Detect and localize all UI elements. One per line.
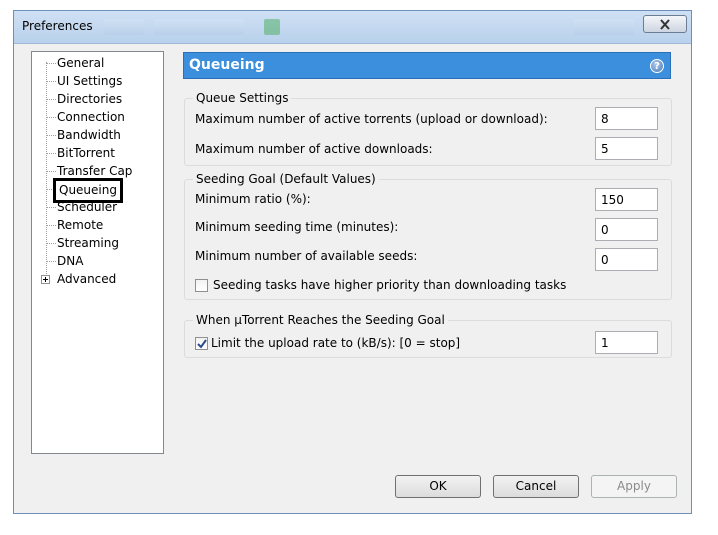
- sidebar-item-label: BitTorrent: [57, 146, 115, 160]
- tree-connector: [46, 225, 56, 226]
- sidebar-item-label: Advanced: [57, 272, 117, 286]
- tree-connector: [46, 135, 56, 136]
- checkmark-icon: [197, 339, 207, 349]
- tree-connector: [46, 63, 56, 64]
- background-toolbar-ghost: [154, 19, 244, 35]
- help-icon[interactable]: ?: [650, 59, 664, 73]
- apply-button[interactable]: Apply: [591, 475, 677, 498]
- background-toolbar-ghost: [104, 19, 144, 35]
- tree-connector: [46, 243, 56, 244]
- max-active-downloads-label: Maximum number of active downloads:: [195, 142, 433, 156]
- sidebar-item-label: Streaming: [57, 236, 119, 250]
- min-seeds-label: Minimum number of available seeds:: [195, 249, 418, 263]
- background-toolbar-ghost: [264, 19, 280, 35]
- window-title: Preferences: [22, 19, 93, 33]
- sidebar-item-label: Remote: [57, 218, 104, 232]
- group-title: Queue Settings: [193, 91, 292, 105]
- title-bar[interactable]: Preferences: [14, 11, 691, 44]
- limit-upload-rate-input[interactable]: 1: [595, 331, 658, 354]
- tree-connector: [46, 261, 56, 262]
- tree-connector: [46, 153, 56, 154]
- group-title: When µTorrent Reaches the Seeding Goal: [193, 313, 448, 327]
- tree-connector: [46, 99, 56, 100]
- min-seeds-input[interactable]: 0: [595, 248, 658, 271]
- tree-connector: [46, 117, 56, 118]
- close-icon: [660, 19, 670, 30]
- sidebar-item-label: Scheduler: [57, 200, 118, 214]
- sidebar-item-label: General: [57, 56, 105, 70]
- panel-title: Queueing: [189, 57, 265, 73]
- min-seeding-time-input[interactable]: 0: [595, 218, 658, 241]
- expand-plus-icon[interactable]: [41, 275, 50, 284]
- close-button[interactable]: [643, 15, 687, 33]
- cancel-button[interactable]: Cancel: [493, 475, 579, 498]
- limit-upload-rate-checkbox[interactable]: [195, 337, 208, 350]
- max-active-torrents-label: Maximum number of active torrents (uploa…: [195, 112, 548, 126]
- sidebar-item-label: Connection: [57, 110, 125, 124]
- max-active-downloads-input[interactable]: 5: [595, 137, 658, 160]
- background-toolbar-ghost: [574, 19, 634, 35]
- min-seeding-time-label: Minimum seeding time (minutes):: [195, 220, 399, 234]
- category-tree[interactable]: General UI Settings Directories Connecti…: [31, 51, 164, 454]
- sidebar-item-label: UI Settings: [57, 74, 123, 88]
- min-ratio-input[interactable]: 150: [595, 188, 658, 211]
- preferences-window: Preferences General UI Settings Director…: [13, 10, 692, 514]
- tree-guide-line: [46, 62, 47, 282]
- seeding-priority-checkbox[interactable]: [195, 279, 208, 292]
- group-title: Seeding Goal (Default Values): [193, 172, 379, 186]
- tree-connector: [46, 207, 56, 208]
- panel-header: Queueing ?: [183, 52, 671, 79]
- sidebar-item-label: Bandwidth: [57, 128, 121, 142]
- min-ratio-label: Minimum ratio (%):: [195, 192, 311, 206]
- limit-upload-rate-label: Limit the upload rate to (kB/s): [0 = st…: [211, 336, 461, 350]
- sidebar-item-label: DNA: [57, 254, 84, 268]
- ok-button[interactable]: OK: [395, 475, 481, 498]
- seeding-priority-label: Seeding tasks have higher priority than …: [213, 278, 567, 292]
- tree-connector: [46, 171, 56, 172]
- tree-connector: [46, 81, 56, 82]
- sidebar-item-label: Directories: [57, 92, 123, 106]
- max-active-torrents-input[interactable]: 8: [595, 107, 658, 130]
